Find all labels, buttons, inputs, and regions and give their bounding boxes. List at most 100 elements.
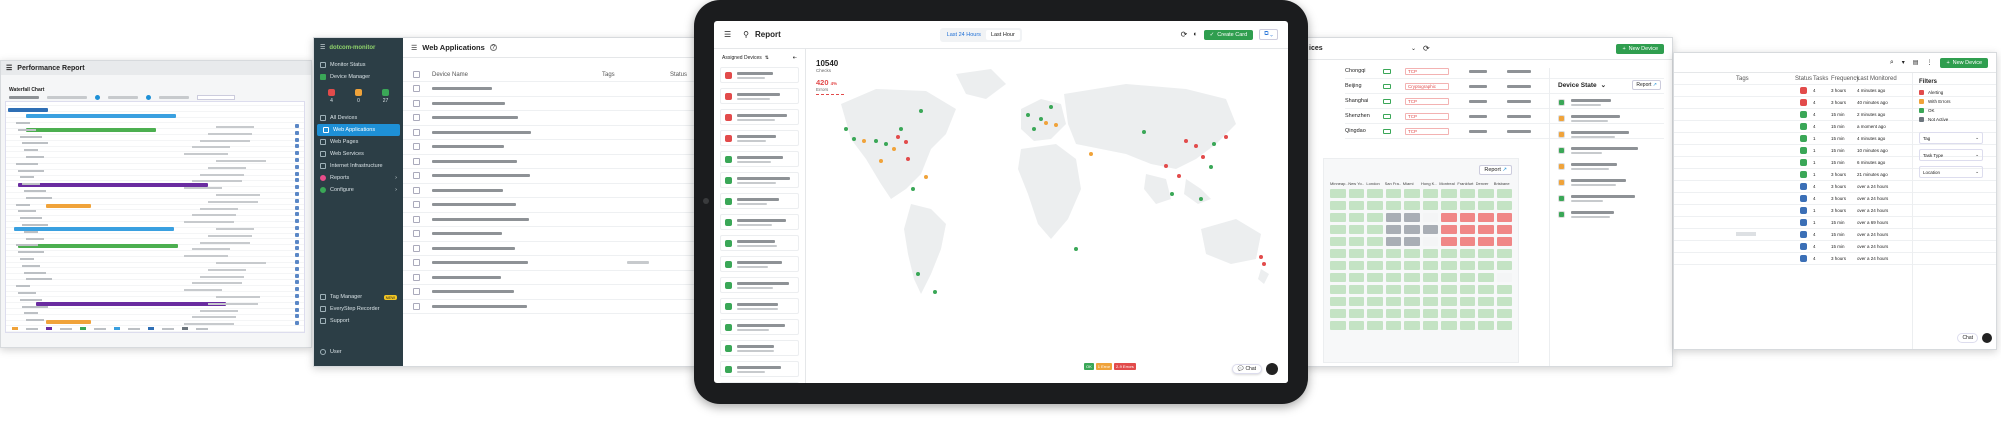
table-row[interactable] — [403, 213, 714, 227]
heatmap-cell[interactable] — [1385, 249, 1401, 258]
heatmap-cell[interactable] — [1459, 201, 1475, 210]
sort-icon[interactable]: ⇅ — [765, 55, 769, 61]
heatmap-cell[interactable] — [1330, 261, 1346, 270]
heatmap-cell[interactable] — [1348, 201, 1364, 210]
menu-icon[interactable]: ☰ — [411, 44, 417, 52]
heatmap-cell[interactable] — [1459, 213, 1475, 222]
location-marker[interactable] — [1049, 105, 1053, 109]
heatmap-cell[interactable] — [1404, 273, 1420, 282]
sidebar-item-tag-manager[interactable]: Tag Manager NEW — [314, 291, 403, 303]
location-marker[interactable] — [874, 139, 878, 143]
location-marker[interactable] — [844, 127, 848, 131]
heatmap-cell[interactable] — [1348, 261, 1364, 270]
more-icon[interactable]: ⋮ — [1926, 59, 1932, 66]
location-marker[interactable] — [852, 137, 856, 141]
report-button[interactable]: Report ↗ — [1479, 165, 1512, 175]
heatmap-cell[interactable] — [1478, 225, 1494, 234]
location-marker[interactable] — [904, 140, 908, 144]
heatmap-cell[interactable] — [1441, 297, 1457, 306]
help-bubble-icon[interactable] — [1266, 363, 1278, 375]
sidebar-item-internet-infrastructure[interactable]: Internet Infrastructure — [314, 160, 403, 172]
location-marker[interactable] — [1199, 197, 1203, 201]
row-checkbox[interactable] — [413, 215, 420, 223]
device-state-item[interactable] — [1558, 163, 1661, 170]
heatmap-cell[interactable] — [1404, 201, 1420, 210]
chevron-down-icon[interactable]: ⌄ — [1411, 45, 1417, 52]
heatmap-cell[interactable] — [1404, 261, 1420, 270]
location-marker[interactable] — [862, 139, 866, 143]
location-marker[interactable] — [899, 127, 903, 131]
refresh-icon[interactable]: ⟳ — [1423, 44, 1430, 53]
assigned-device-item[interactable] — [720, 298, 799, 314]
location-marker[interactable] — [892, 147, 896, 151]
device-state-item[interactable] — [1558, 211, 1661, 218]
row-checkbox[interactable] — [413, 114, 420, 122]
heatmap-cell[interactable] — [1348, 309, 1364, 318]
sidebar-item-all-devices[interactable]: All Devices — [314, 112, 403, 124]
sidebar-item-web-pages[interactable]: Web Pages — [314, 136, 403, 148]
view-icon[interactable]: ▤ — [1913, 59, 1919, 66]
heatmap-cell[interactable] — [1441, 213, 1457, 222]
heatmap-cell[interactable] — [1348, 237, 1364, 246]
select-all-checkbox[interactable] — [413, 71, 420, 78]
heatmap-cell[interactable] — [1385, 189, 1401, 198]
heatmap-cell[interactable] — [1459, 297, 1475, 306]
heatmap-cell[interactable] — [1404, 225, 1420, 234]
location-marker[interactable] — [1170, 192, 1174, 196]
heatmap-cell[interactable] — [1367, 309, 1383, 318]
heatmap-cell[interactable] — [1496, 213, 1512, 222]
row-checkbox[interactable] — [413, 143, 420, 151]
heatmap-cell[interactable] — [1496, 273, 1512, 282]
sidebar-item-web-services[interactable]: Web Services — [314, 148, 403, 160]
heatmap-cell[interactable] — [1404, 213, 1420, 222]
assigned-device-item[interactable] — [720, 151, 799, 167]
heatmap-cell[interactable] — [1367, 213, 1383, 222]
heatmap-cell[interactable] — [1441, 201, 1457, 210]
heatmap-cell[interactable] — [1348, 225, 1364, 234]
create-card-button[interactable]: ✓ Create Card — [1203, 29, 1254, 40]
heatmap-cell[interactable] — [1441, 273, 1457, 282]
table-row[interactable] — [403, 198, 714, 213]
location-marker[interactable] — [919, 109, 923, 113]
location-marker[interactable] — [1209, 165, 1213, 169]
heatmap-cell[interactable] — [1441, 309, 1457, 318]
assigned-device-item[interactable] — [720, 67, 799, 83]
row-checkbox[interactable] — [413, 230, 420, 238]
heatmap-cell[interactable] — [1496, 201, 1512, 210]
location-marker[interactable] — [1142, 130, 1146, 134]
location-marker[interactable] — [933, 290, 937, 294]
sidebar-item-everystep-recorder[interactable]: EveryStep Recorder — [314, 303, 403, 315]
heatmap-cell[interactable] — [1478, 273, 1494, 282]
heatmap-cell[interactable] — [1459, 309, 1475, 318]
heatmap-cell[interactable] — [1385, 309, 1401, 318]
heatmap-cell[interactable] — [1367, 237, 1383, 246]
location-marker[interactable] — [906, 157, 910, 161]
search-icon[interactable]: ⌕ — [1890, 59, 1894, 67]
heatmap-cell[interactable] — [1367, 189, 1383, 198]
heatmap-cell[interactable] — [1478, 309, 1494, 318]
table-row[interactable] — [403, 155, 714, 169]
device-state-item[interactable] — [1558, 115, 1661, 122]
heatmap-cell[interactable] — [1385, 297, 1401, 306]
heatmap-cell[interactable] — [1422, 297, 1438, 306]
table-row[interactable] — [403, 184, 714, 198]
device-state-item[interactable] — [1558, 99, 1661, 106]
location-marker[interactable] — [1089, 152, 1093, 156]
sidebar-item-reports[interactable]: Reports › — [314, 172, 403, 184]
heatmap-cell[interactable] — [1441, 321, 1457, 330]
table-row[interactable] — [403, 140, 714, 155]
collapse-icon[interactable]: ⇤ — [793, 55, 797, 61]
heatmap-cell[interactable] — [1330, 273, 1346, 282]
location-marker[interactable] — [1262, 262, 1266, 266]
dashboard-options-button[interactable]: ⧉ ⌄ — [1259, 29, 1278, 40]
table-row[interactable] — [403, 300, 714, 314]
heatmap-cell[interactable] — [1367, 261, 1383, 270]
row-checkbox[interactable] — [413, 99, 420, 107]
heatmap-cell[interactable] — [1459, 225, 1475, 234]
device-state-item[interactable] — [1558, 131, 1661, 138]
heatmap-cell[interactable] — [1385, 225, 1401, 234]
heatmap-cell[interactable] — [1422, 189, 1438, 198]
table-row[interactable] — [403, 227, 714, 242]
heatmap-cell[interactable] — [1367, 201, 1383, 210]
location-marker[interactable] — [1026, 113, 1030, 117]
